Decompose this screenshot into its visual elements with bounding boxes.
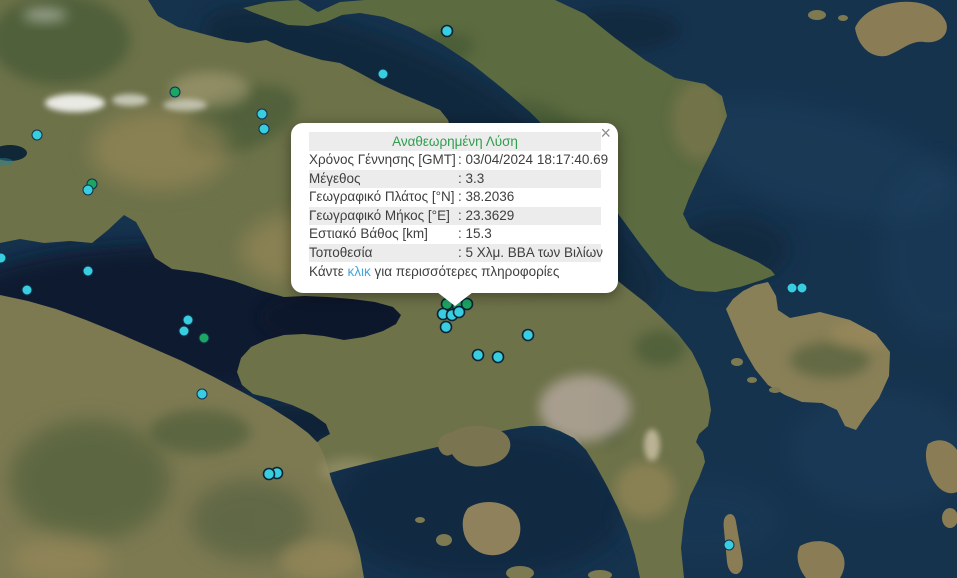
- earthquake-marker[interactable]: [523, 330, 534, 341]
- earthquake-marker[interactable]: [83, 266, 93, 276]
- popup-row: Χρόνος Γέννησης [GMT]: 03/04/2024 18:17:…: [309, 151, 601, 170]
- footer-text-suffix: για περισσότερες πληροφορίες: [371, 264, 560, 279]
- earthquake-marker[interactable]: [454, 307, 465, 318]
- popup-content: Αναθεωρημένη Λύση Χρόνος Γέννησης [GMT]:…: [291, 123, 618, 293]
- row-label: Γεωγραφικό Πλάτος [°N]: [309, 188, 458, 207]
- earthquake-marker[interactable]: [197, 389, 207, 399]
- popup-row: Μέγεθος: 3.3: [309, 170, 601, 189]
- footer-text-prefix: Κάντε: [309, 264, 348, 279]
- row-value: : 3.3: [458, 170, 601, 189]
- earthquake-marker[interactable]: [257, 109, 267, 119]
- earthquake-marker[interactable]: [787, 283, 797, 293]
- earthquake-marker[interactable]: [441, 322, 452, 333]
- earthquake-marker[interactable]: [473, 350, 484, 361]
- row-label: Τοποθεσία: [309, 244, 458, 263]
- row-value: : 15.3: [458, 225, 601, 244]
- row-label: Εστιακό Βάθος [km]: [309, 225, 458, 244]
- popup-row: Γεωγραφικό Πλάτος [°N]: 38.2036: [309, 188, 601, 207]
- earthquake-popup: Αναθεωρημένη Λύση Χρόνος Γέννησης [GMT]:…: [291, 123, 618, 293]
- earthquake-marker[interactable]: [378, 69, 388, 79]
- earthquake-marker[interactable]: [0, 253, 6, 263]
- popup-row: Εστιακό Βάθος [km]: 15.3: [309, 225, 601, 244]
- row-value: : 03/04/2024 18:17:40.69: [458, 151, 608, 170]
- popup-title: Αναθεωρημένη Λύση: [309, 132, 601, 151]
- earthquake-marker[interactable]: [797, 283, 807, 293]
- row-label: Μέγεθος: [309, 170, 458, 189]
- earthquake-marker[interactable]: [724, 540, 734, 550]
- row-label: Γεωγραφικό Μήκος [°E]: [309, 207, 458, 226]
- map-stage: Αναθεωρημένη Λύση Χρόνος Γέννησης [GMT]:…: [0, 0, 957, 578]
- earthquake-marker[interactable]: [179, 326, 189, 336]
- popup-row: Γεωγραφικό Μήκος [°E]: 23.3629: [309, 207, 601, 226]
- popup-row: Τοποθεσία: 5 Χλμ. ΒΒΑ των Βιλίων: [309, 244, 601, 263]
- earthquake-marker[interactable]: [493, 352, 504, 363]
- popup-table: Χρόνος Γέννησης [GMT]: 03/04/2024 18:17:…: [309, 151, 601, 262]
- popup-footer: Κάντε κλικ για περισσότερες πληροφορίες: [309, 262, 601, 281]
- earthquake-marker[interactable]: [259, 124, 269, 134]
- earthquake-marker[interactable]: [442, 26, 453, 37]
- row-value: : 23.3629: [458, 207, 601, 226]
- popup-tail: [437, 292, 473, 306]
- row-value: : 38.2036: [458, 188, 601, 207]
- row-value: : 5 Χλμ. ΒΒΑ των Βιλίων: [458, 244, 603, 263]
- earthquake-marker[interactable]: [264, 469, 275, 480]
- row-label: Χρόνος Γέννησης [GMT]: [309, 151, 458, 170]
- earthquake-marker[interactable]: [32, 130, 42, 140]
- popup-close-icon[interactable]: ×: [600, 124, 611, 142]
- earthquake-marker[interactable]: [170, 87, 180, 97]
- earthquake-marker[interactable]: [83, 185, 93, 195]
- more-info-link[interactable]: κλικ: [348, 264, 371, 279]
- earthquake-marker[interactable]: [22, 285, 32, 295]
- earthquake-marker[interactable]: [199, 333, 209, 343]
- earthquake-marker[interactable]: [183, 315, 193, 325]
